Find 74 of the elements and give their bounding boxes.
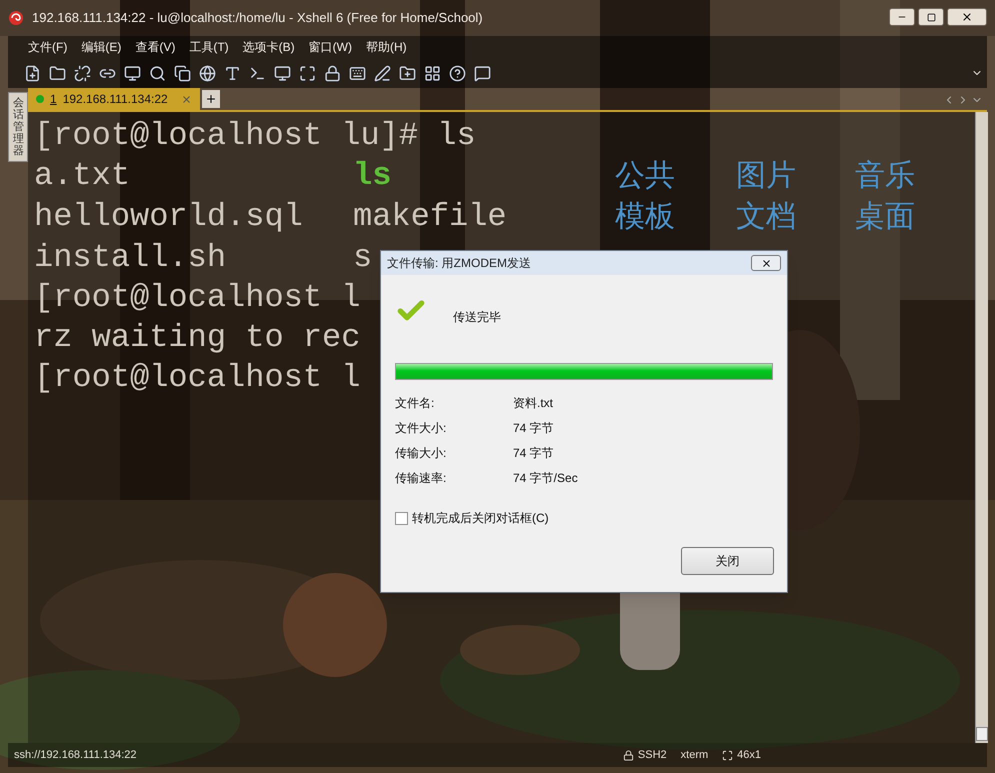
status-text: xterm (680, 748, 708, 763)
globe-icon[interactable] (199, 64, 216, 82)
unlink-icon[interactable] (74, 64, 91, 82)
checkbox-label: 转机完成后关闭对话框(C) (412, 510, 549, 527)
terminal-text: 音乐 (855, 158, 915, 193)
maximize-icon (926, 12, 936, 22)
field-label: 传输速率: (395, 470, 448, 487)
dialog-title: 文件传输: 用ZMODEM发送 (387, 255, 531, 272)
new-tab-button[interactable] (202, 90, 220, 108)
copy-icon[interactable] (174, 64, 191, 82)
status-message: 传送完毕 (453, 309, 501, 326)
keyboard-icon[interactable] (349, 64, 366, 82)
field-label: 文件大小: (395, 420, 448, 437)
search-icon[interactable] (149, 64, 166, 82)
terminal-text: 图片 (736, 158, 796, 193)
terminal-text: [root@localhost l (34, 359, 360, 396)
terminal-text: rz waiting to rec (34, 319, 360, 356)
new-file-icon[interactable] (24, 64, 41, 82)
menu-item[interactable]: 窗口(W) (308, 38, 352, 56)
screen-icon[interactable] (274, 64, 291, 82)
session-tab[interactable]: 1 192.168.111.134:22 (28, 88, 200, 110)
terminal-text: helloworld.sql (34, 198, 303, 235)
field-value: 资料.txt (513, 395, 554, 412)
scrollbar[interactable] (975, 112, 988, 743)
close-button[interactable] (947, 8, 987, 26)
field-value: 74 字节 (513, 445, 554, 462)
dialog-close-button[interactable] (751, 255, 781, 271)
fullscreen-icon[interactable] (299, 64, 316, 82)
window-title: 192.168.111.134:22 - lu@localhost:/home/lu - Xshell 6 (Free for Home/School) (32, 9, 483, 28)
field-label: 文件名: (395, 395, 436, 412)
grid-icon[interactable] (424, 64, 441, 82)
field-value: 74 字节 (513, 420, 554, 437)
terminal-text: install.sh (34, 239, 226, 276)
maximize-button[interactable] (918, 8, 944, 26)
session-manager-tab[interactable]: 会话管理器 (8, 92, 28, 162)
menu-item[interactable]: 工具(T) (189, 38, 229, 56)
terminal-text: [root@localhost lu]# ls (34, 117, 476, 154)
terminal-text: 公共 (615, 158, 675, 193)
close-icon (961, 11, 973, 23)
field-value: 74 字节/Sec (513, 470, 578, 487)
add-folder-icon[interactable] (399, 64, 416, 82)
menu-item[interactable]: 编辑(E) (81, 38, 122, 56)
terminal-text: s (353, 239, 372, 276)
terminal-text: ls (353, 157, 392, 194)
checkbox[interactable] (395, 512, 408, 524)
close-tab-icon[interactable] (181, 94, 192, 104)
status-text: ssh://192.168.111.134:22 (14, 748, 137, 763)
menu-item[interactable]: 帮助(H) (366, 38, 407, 56)
help-icon[interactable] (449, 64, 466, 82)
menu-item[interactable]: 文件(F) (28, 38, 68, 56)
menu-item[interactable]: 选项卡(B) (242, 38, 295, 56)
minimize-button[interactable] (889, 8, 915, 26)
folder-icon[interactable] (49, 64, 66, 82)
lock-icon[interactable] (324, 64, 341, 82)
status-text: SSH2 (638, 748, 667, 763)
terminal-text: 模板 (615, 199, 675, 234)
chat-icon[interactable] (474, 64, 491, 82)
menu-item[interactable]: 查看(V) (135, 38, 176, 56)
status-text: 46x1 (737, 748, 761, 763)
terminal-text: makefile (353, 198, 507, 235)
monitor-icon[interactable] (124, 64, 141, 82)
terminal-text: 桌面 (855, 199, 915, 234)
terminal-text: 文档 (736, 199, 796, 234)
close-dialog-button[interactable]: 关闭 (681, 547, 774, 575)
app-logo-icon (8, 10, 24, 26)
terminal-text: [root@localhost l (34, 279, 360, 316)
terminal-text: a.txt (34, 157, 130, 194)
close-icon (760, 258, 772, 268)
field-label: 传输大小: (395, 445, 448, 462)
pen-icon[interactable] (374, 64, 391, 82)
size-icon (722, 750, 734, 760)
font-icon[interactable] (224, 64, 241, 82)
plus-icon (205, 93, 217, 105)
lock-icon (622, 750, 634, 760)
